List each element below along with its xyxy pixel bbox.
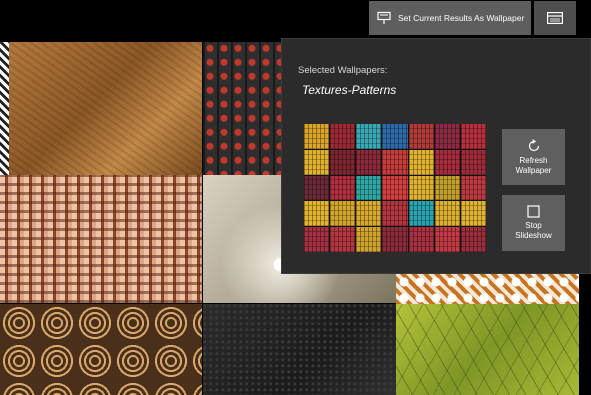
container-swatch	[382, 227, 408, 252]
refresh-wallpaper-button[interactable]: Refresh Wallpaper	[502, 129, 565, 185]
container-swatch	[356, 149, 382, 175]
container-swatch	[408, 149, 434, 175]
set-wallpaper-label: Set Current Results As Wallpaper	[398, 13, 525, 23]
stop-slideshow-label: Stop Slideshow	[515, 221, 552, 240]
container-swatch	[356, 175, 382, 201]
container-swatch	[460, 201, 486, 227]
container-swatch	[304, 201, 330, 227]
container-swatch	[356, 227, 382, 252]
texture-tile[interactable]	[396, 304, 579, 395]
texture-tile[interactable]	[203, 42, 281, 175]
container-swatch	[382, 175, 408, 201]
wallpaper-flyout: Selected Wallpapers: Textures-Patterns R…	[281, 38, 591, 274]
stop-icon	[527, 205, 540, 218]
container-swatch	[330, 124, 356, 149]
container-swatch	[434, 124, 460, 149]
texture-tile[interactable]	[9, 42, 202, 175]
container-swatch	[408, 124, 434, 149]
collection-thumbnail[interactable]	[304, 124, 486, 252]
texture-tile[interactable]	[0, 304, 202, 395]
container-swatch	[356, 124, 382, 149]
container-swatch	[304, 149, 330, 175]
container-swatch	[434, 201, 460, 227]
container-swatch	[382, 149, 408, 175]
selected-wallpapers-label: Selected Wallpapers:	[298, 65, 388, 76]
container-swatch	[434, 175, 460, 201]
container-swatch	[460, 175, 486, 201]
set-wallpaper-button[interactable]: Set Current Results As Wallpaper	[369, 1, 531, 35]
container-swatch	[304, 175, 330, 201]
monitor-pin-icon	[377, 11, 391, 24]
container-swatch	[330, 175, 356, 201]
panel-toggle-icon	[547, 12, 563, 24]
texture-tile[interactable]	[0, 42, 9, 175]
texture-tile[interactable]	[203, 304, 396, 395]
container-swatch	[434, 227, 460, 252]
container-swatch	[330, 149, 356, 175]
container-swatch	[356, 201, 382, 227]
container-swatch	[382, 201, 408, 227]
container-swatch	[382, 124, 408, 149]
panel-toggle-button[interactable]	[534, 1, 576, 35]
texture-tile[interactable]	[396, 274, 579, 304]
container-swatch	[460, 149, 486, 175]
container-swatch	[408, 175, 434, 201]
container-swatch	[304, 124, 330, 149]
container-swatch	[304, 227, 330, 252]
collection-name: Textures-Patterns	[302, 83, 397, 97]
container-swatch	[408, 227, 434, 252]
container-swatch	[460, 227, 486, 252]
stop-slideshow-button[interactable]: Stop Slideshow	[502, 195, 565, 251]
container-swatch	[330, 227, 356, 252]
container-swatch	[408, 201, 434, 227]
container-swatch	[434, 149, 460, 175]
refresh-icon	[528, 138, 539, 151]
container-swatch	[460, 124, 486, 149]
top-toolbar: Set Current Results As Wallpaper	[0, 0, 591, 40]
container-swatch	[330, 201, 356, 227]
refresh-wallpaper-label: Refresh Wallpaper	[515, 155, 552, 175]
texture-tile[interactable]	[0, 175, 202, 303]
